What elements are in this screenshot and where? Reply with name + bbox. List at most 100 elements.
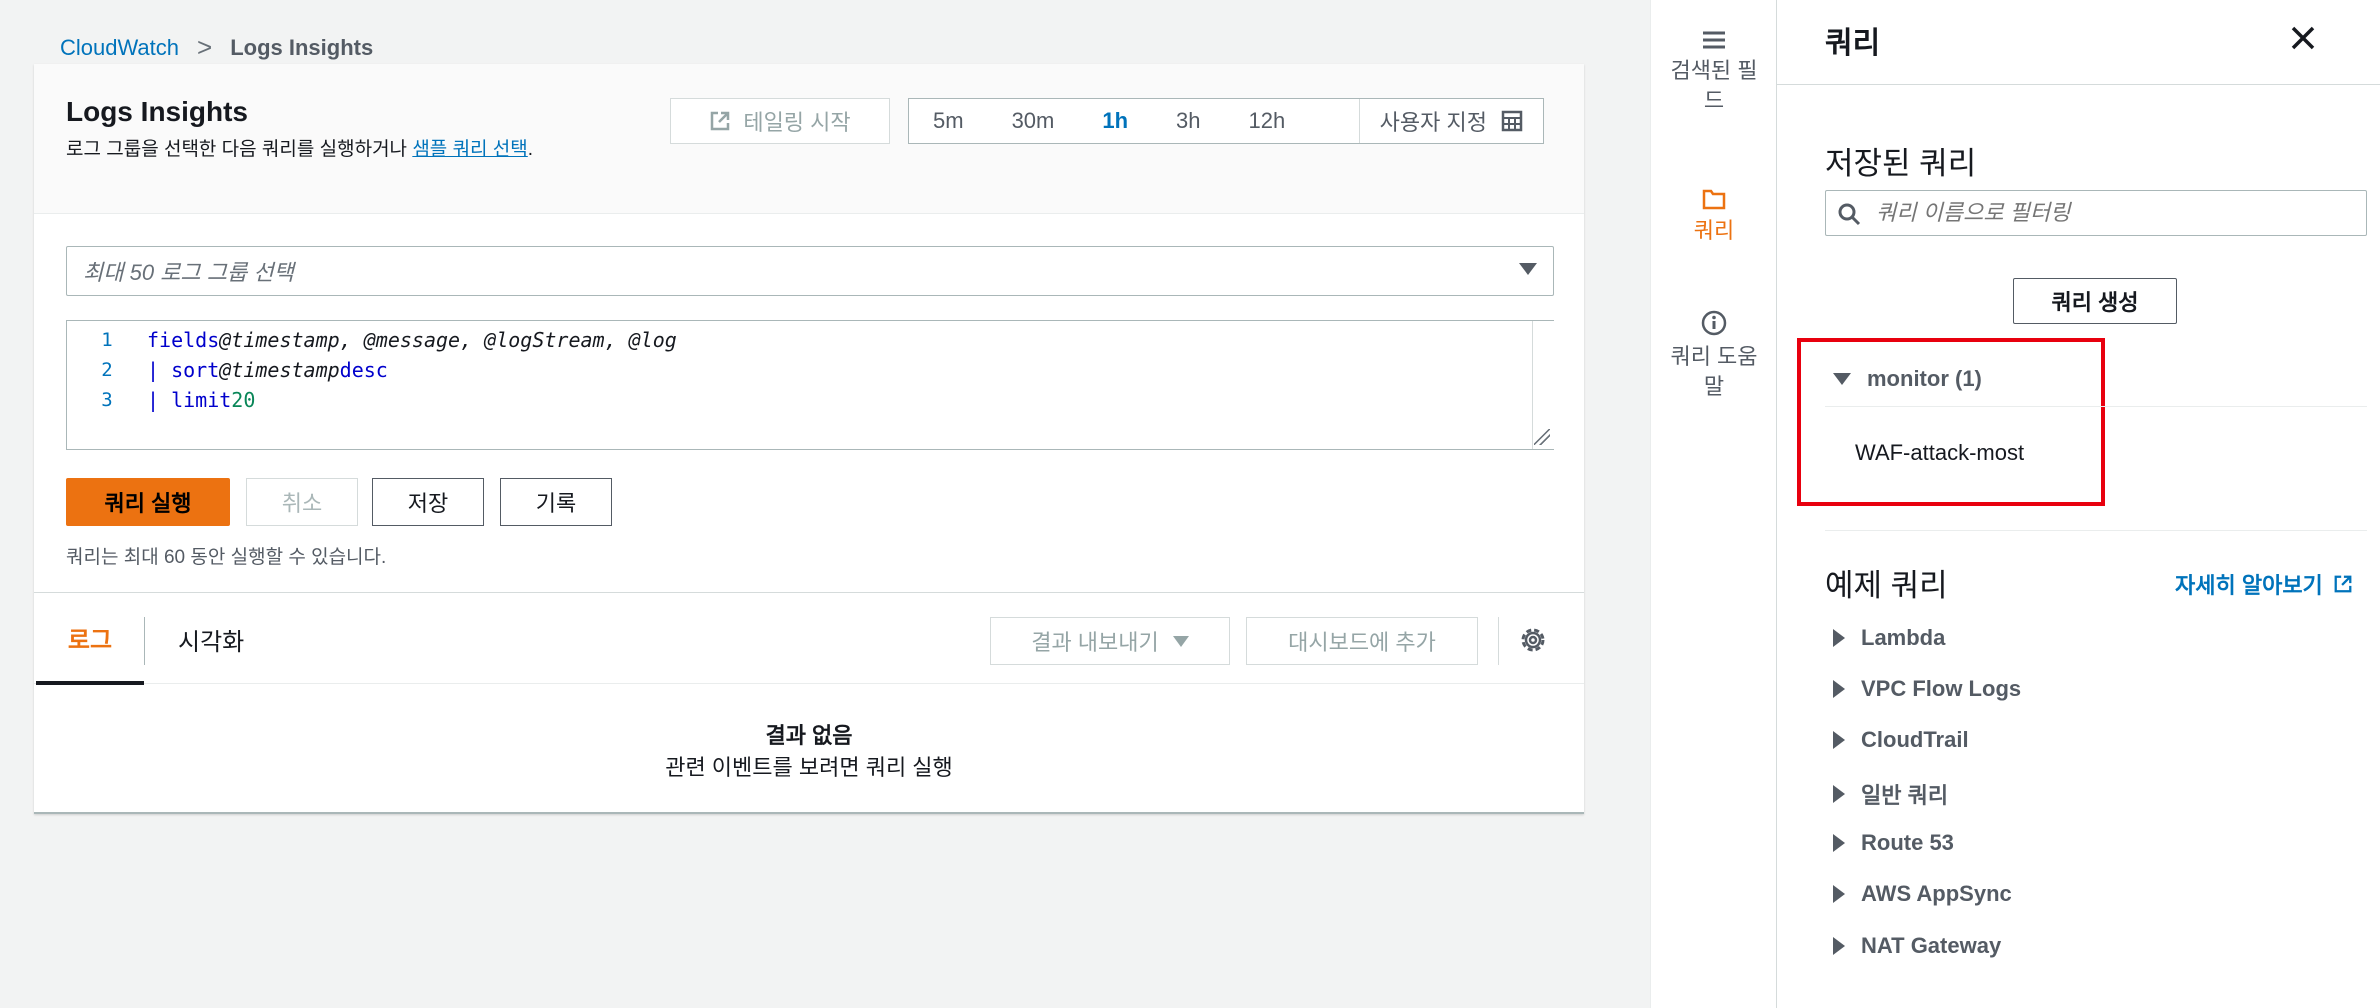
caret-right-icon — [1833, 885, 1845, 903]
queries-drawer: 쿼리 저장된 쿼리 쿼리 생성 monitor (1) WAF-attack-m… — [1777, 0, 2380, 1008]
create-query-button[interactable]: 쿼리 생성 — [2013, 278, 2177, 324]
description-period: . — [527, 139, 534, 160]
code-line: 1 fields @timestamp, @message, @logStrea… — [67, 325, 677, 355]
close-icon[interactable] — [2285, 20, 2321, 56]
info-icon — [1701, 310, 1727, 336]
query-panel: Logs Insights 로그 그룹을 선택한 다음 쿼리를 실행하거나 샘플… — [34, 64, 1584, 814]
search-icon — [1838, 203, 1861, 226]
example-query-label: Lambda — [1861, 625, 1946, 650]
example-query-label: NAT Gateway — [1861, 933, 2002, 958]
rail-fields-label-2: 드 — [1703, 88, 1725, 113]
run-query-button[interactable]: 쿼리 실행 — [66, 478, 230, 526]
caret-right-icon — [1833, 629, 1845, 647]
start-tailing-button[interactable]: 테일링 시작 — [670, 98, 890, 144]
code-text: @timestamp, @message, @logStream, @log — [219, 328, 677, 352]
saved-folder-monitor[interactable]: monitor (1) — [1833, 366, 1982, 392]
line-number: 1 — [101, 329, 113, 351]
code-keyword: desc — [339, 358, 388, 382]
line-number: 3 — [101, 389, 113, 411]
tab-divider — [1498, 617, 1499, 665]
log-group-select[interactable]: 최대 50 로그 그룹 선택 — [66, 246, 1554, 296]
code-keyword: | limit — [147, 388, 232, 412]
time-range-1h[interactable]: 1h — [1078, 99, 1152, 143]
menu-icon — [1703, 31, 1725, 49]
rail-queries-label: 쿼리 — [1693, 218, 1735, 243]
export-results-button[interactable]: 결과 내보내기 — [990, 617, 1230, 665]
example-query-label: AWS AppSync — [1861, 881, 2012, 906]
section-divider — [1825, 530, 2367, 531]
description-text: 로그 그룹을 선택한 다음 쿼리를 실행하거나 — [66, 139, 413, 160]
example-query-nat-gateway[interactable]: NAT Gateway — [1833, 933, 2001, 959]
code-line: 2 | sort @timestamp desc — [67, 355, 388, 385]
time-range-5m[interactable]: 5m — [909, 99, 988, 143]
example-query-label: 일반 쿼리 — [1861, 783, 1949, 808]
resize-grip-icon[interactable] — [1534, 429, 1550, 445]
tab-visualization[interactable]: 시각화 — [178, 593, 244, 685]
drawer-title: 쿼리 — [1825, 27, 1881, 60]
folder-label: monitor (1) — [1867, 366, 1982, 391]
panel-bottom-border — [34, 812, 1584, 814]
time-range-12h[interactable]: 12h — [1225, 99, 1310, 143]
tab-logs[interactable]: 로그 — [36, 593, 144, 685]
time-range-selector: 5m 30m 1h 3h 12h 사용자 지정 — [908, 98, 1544, 144]
gear-icon[interactable] — [1518, 625, 1548, 655]
code-keyword: fields — [147, 328, 220, 352]
code-text: @timestamp — [219, 358, 340, 382]
saved-queries-title: 저장된 쿼리 — [1825, 146, 1977, 181]
query-editor[interactable]: 1 fields @timestamp, @message, @logStrea… — [66, 320, 1554, 450]
learn-more-link[interactable]: 자세히 알아보기 — [2175, 568, 2353, 600]
sample-query-link[interactable]: 샘플 쿼리 선택 — [412, 139, 527, 160]
line-number: 2 — [101, 359, 113, 381]
custom-range-label: 사용자 지정 — [1379, 110, 1487, 135]
panel-header: Logs Insights 로그 그룹을 선택한 다음 쿼리를 실행하거나 샘플… — [34, 64, 1584, 214]
breadcrumb: CloudWatch > Logs Insights — [60, 32, 373, 63]
query-filter-input[interactable] — [1825, 190, 2367, 236]
code-line: 3 | limit 20 — [67, 385, 255, 415]
log-group-select-placeholder: 최대 50 로그 그룹 선택 — [83, 260, 294, 285]
example-query-lambda[interactable]: Lambda — [1833, 625, 1945, 651]
rail-fields-label-1: 검색된 필 — [1670, 58, 1758, 83]
example-query-vpc-flow-logs[interactable]: VPC Flow Logs — [1833, 676, 2021, 702]
rail-help-label-2: 말 — [1703, 374, 1725, 399]
page-title: Logs Insights — [66, 96, 248, 127]
example-queries-title: 예제 쿼리 — [1825, 568, 1948, 603]
run-time-note: 쿼리는 최대 60 동안 실행할 수 있습니다. — [66, 547, 387, 568]
caret-down-icon — [1519, 263, 1537, 275]
drawer-divider — [1777, 84, 2380, 85]
start-tailing-label: 테일링 시작 — [743, 110, 851, 135]
caret-down-icon — [1833, 373, 1851, 385]
cancel-button[interactable]: 취소 — [246, 478, 358, 526]
highlight-box — [1797, 338, 2105, 506]
caret-right-icon — [1833, 680, 1845, 698]
time-range-30m[interactable]: 30m — [988, 99, 1079, 143]
time-range-custom[interactable]: 사용자 지정 — [1358, 99, 1543, 143]
results-tab-bar: 로그 시각화 결과 내보내기 대시보드에 추가 — [34, 592, 1584, 685]
time-range-3h[interactable]: 3h — [1152, 99, 1224, 143]
code-number: 20 — [231, 388, 256, 412]
folder-icon — [1702, 189, 1726, 210]
tab-divider — [144, 617, 145, 665]
example-query-general[interactable]: 일반 쿼리 — [1833, 778, 1948, 810]
external-link-icon — [2334, 575, 2352, 593]
external-link-icon — [711, 111, 730, 131]
example-query-label: VPC Flow Logs — [1861, 676, 2022, 701]
breadcrumb-cloudwatch-link[interactable]: CloudWatch — [60, 35, 179, 61]
breadcrumb-current: Logs Insights — [230, 34, 374, 60]
code-keyword: | sort — [147, 358, 220, 382]
caret-right-icon — [1833, 937, 1845, 955]
saved-query-item[interactable]: WAF-attack-most — [1855, 440, 2024, 466]
rail-query-help[interactable]: 쿼리 도움 말 — [1651, 310, 1777, 402]
example-query-cloudtrail[interactable]: CloudTrail — [1833, 727, 1969, 753]
caret-right-icon — [1833, 785, 1845, 803]
save-button[interactable]: 저장 — [372, 478, 484, 526]
rail-queries[interactable]: 쿼리 — [1651, 188, 1777, 246]
learn-more-label: 자세히 알아보기 — [2175, 573, 2323, 598]
no-results-title: 결과 없음 — [765, 723, 853, 748]
example-query-appsync[interactable]: AWS AppSync — [1833, 881, 2012, 907]
add-to-dashboard-button[interactable]: 대시보드에 추가 — [1246, 617, 1478, 665]
example-query-route53[interactable]: Route 53 — [1833, 830, 1954, 856]
rail-help-label-1: 쿼리 도움 — [1670, 344, 1758, 369]
rail-discovered-fields[interactable]: 검색된 필 드 — [1651, 30, 1777, 116]
caret-down-icon — [1172, 635, 1189, 647]
history-button[interactable]: 기록 — [500, 478, 612, 526]
